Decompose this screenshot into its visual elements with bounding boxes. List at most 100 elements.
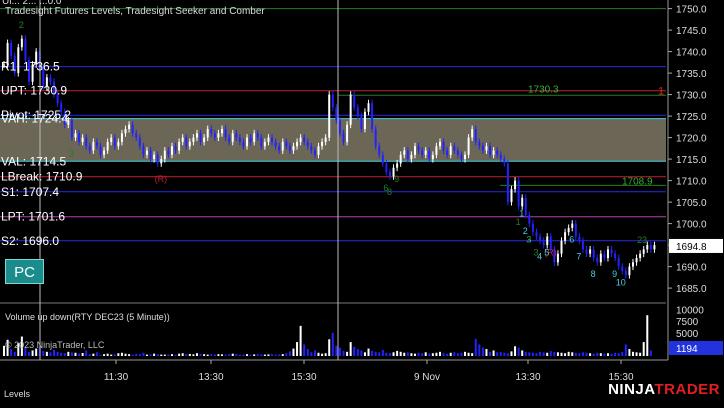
volume-bar: [85, 350, 88, 356]
candle-body: [324, 137, 327, 142]
candle-body: [296, 141, 299, 147]
volume-bar: [324, 353, 327, 356]
volume-bar: [163, 354, 166, 356]
volume-bar: [467, 352, 470, 356]
candle-body: [231, 133, 234, 142]
candle-body: [556, 253, 559, 263]
volume-bar: [260, 354, 263, 356]
volume-bar: [217, 354, 220, 356]
candle-body: [303, 137, 306, 142]
candle-body: [167, 150, 170, 155]
volume-bar: [371, 350, 374, 356]
volume-bar: [178, 353, 181, 356]
candle-body: [210, 129, 213, 134]
volume-bar: [385, 352, 388, 356]
volume-bar: [285, 353, 288, 356]
volume-bar: [589, 353, 592, 356]
candle-body: [249, 137, 252, 142]
candle-body: [271, 137, 274, 142]
volume-bar: [546, 352, 549, 356]
candle-body: [589, 249, 592, 254]
volume-bar: [581, 352, 584, 356]
candle-body: [592, 249, 595, 258]
volume-bar: [431, 353, 434, 356]
price-tick-label: 1745.0: [676, 26, 707, 37]
candle-body: [378, 146, 381, 155]
price-annotation-1: 1708.9: [622, 176, 653, 187]
candle-body: [99, 146, 102, 155]
volume-bar: [531, 352, 534, 356]
volume-bar: [403, 352, 406, 356]
candle-body: [260, 137, 263, 147]
candle-body: [528, 215, 531, 224]
volume-bar: [74, 352, 77, 356]
volume-bar: [517, 347, 520, 356]
candle-body: [278, 146, 281, 151]
volume-bar: [628, 349, 631, 356]
volume-bar: [456, 353, 459, 356]
volume-bar: [78, 353, 81, 356]
chart-window[interactable]: 1750.0 1745.0 1740.0 1735.0 1730.0 1725.0 1720…: [0, 0, 724, 403]
candle-body: [85, 137, 88, 147]
volume-bar: [28, 351, 31, 356]
volume-bar: [185, 354, 188, 356]
volume-bar: [485, 349, 488, 356]
candle-body: [653, 245, 656, 250]
candle-body: [70, 120, 73, 138]
candle-body: [135, 133, 138, 138]
candle-body: [449, 146, 452, 155]
candle-body: [267, 137, 270, 142]
level-label-7: LPT: 1701.6: [1, 210, 65, 224]
candle-body: [124, 129, 127, 134]
volume-bar: [514, 346, 517, 356]
candle-body: [313, 150, 316, 155]
volume-bar: [142, 352, 145, 356]
candle-body: [149, 150, 152, 160]
volume-bar: [174, 354, 177, 356]
volume-bar: [599, 353, 602, 356]
candle-body: [81, 137, 84, 142]
volume-bar: [410, 353, 413, 356]
candle-body: [117, 141, 120, 147]
pc-button[interactable]: PC: [5, 259, 44, 284]
volume-bar: [246, 354, 249, 356]
candle-body: [203, 137, 206, 142]
price-tick-label: 1700.0: [676, 220, 707, 231]
candle-body: [335, 107, 338, 121]
candle-body: [142, 146, 145, 155]
candle-body: [503, 159, 506, 164]
candle-body: [199, 133, 202, 142]
volume-bar: [113, 354, 116, 356]
volume-bar: [564, 353, 567, 356]
levels-footer-label: Levels: [4, 389, 31, 399]
candle-body: [628, 266, 631, 276]
time-tick-label: 13:30: [198, 372, 223, 383]
volume-bar: [596, 352, 599, 356]
volume-bar: [506, 353, 509, 356]
volume-bar: [313, 350, 316, 356]
volume-bar: [124, 353, 127, 356]
candle-body: [174, 146, 177, 151]
price-tick-label: 1735.0: [676, 69, 707, 80]
level-label-3: VAH: 1724.4: [1, 112, 68, 126]
candle-body: [424, 150, 427, 155]
volume-bar: [60, 352, 63, 356]
candle-body: [185, 137, 188, 147]
candle-body: [321, 141, 324, 147]
price-chart[interactable]: 1750.0 1745.0 1740.0 1735.0 1730.0 1725.0 1720…: [0, 0, 724, 403]
volume-bar: [503, 352, 506, 356]
volume-bar: [617, 353, 620, 356]
candle-body: [178, 141, 181, 151]
candle-body: [460, 154, 463, 160]
volume-bar: [228, 354, 231, 356]
candle-body: [442, 141, 445, 151]
candle-body: [113, 137, 116, 147]
candle-body: [217, 133, 220, 138]
volume-bar: [610, 353, 613, 356]
volume-bar: [464, 351, 467, 356]
volume-bar: [388, 353, 391, 356]
candle-body: [635, 258, 638, 263]
candle-body: [274, 141, 277, 147]
signal-label: 8: [591, 269, 596, 279]
volume-bar: [460, 352, 463, 356]
